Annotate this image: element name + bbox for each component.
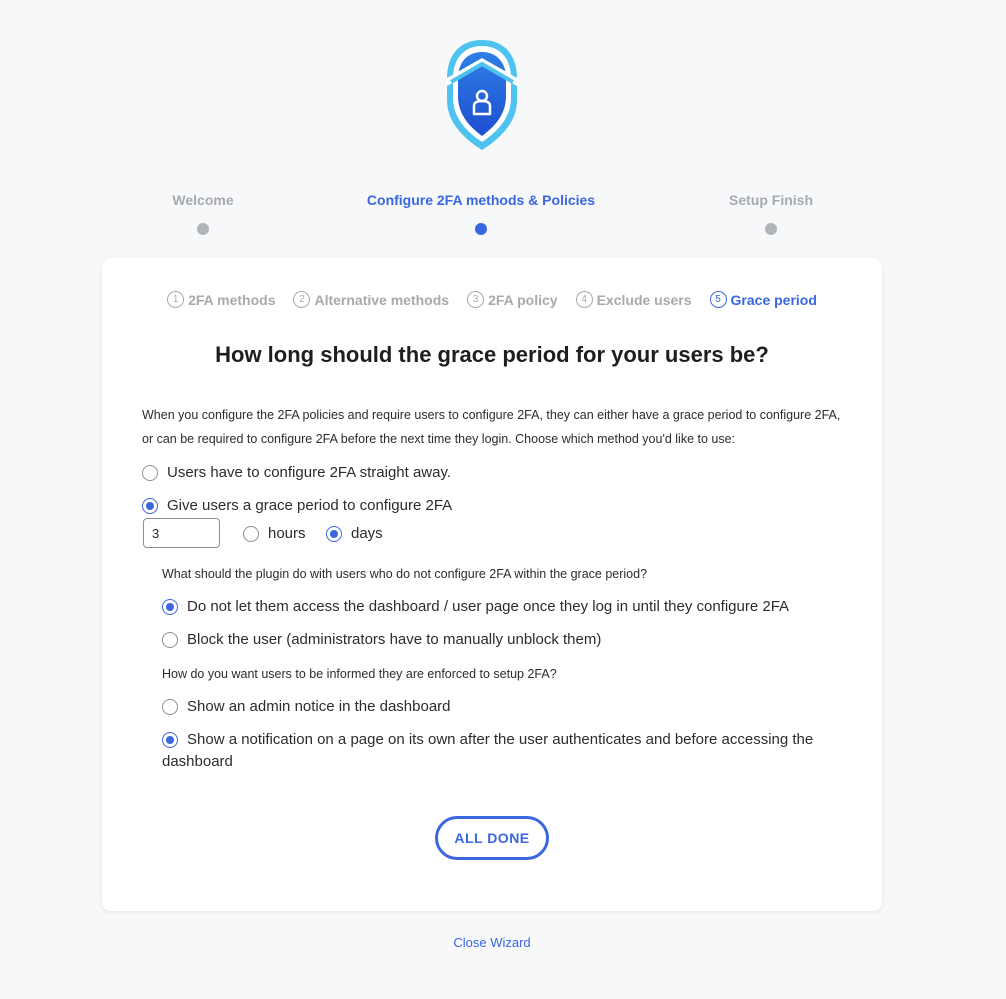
radio-label: Show a notification on a page on its own… [162, 731, 814, 770]
substep-label: Grace period [730, 291, 817, 308]
substep-number: 4 [575, 291, 593, 308]
radio-label: Users have to configure 2FA straight awa… [167, 464, 452, 481]
radio-label: hours [268, 525, 306, 542]
step-setup-finish: Setup Finish [712, 192, 830, 235]
radio-button[interactable] [162, 699, 178, 715]
radio-button[interactable] [326, 526, 342, 542]
description-text: When you configure the 2FA policies and … [142, 408, 841, 446]
close-wizard-link[interactable]: Close Wizard [0, 935, 984, 950]
radio-button[interactable] [142, 498, 158, 514]
radio-hours[interactable]: hours [243, 523, 306, 545]
radio-label: Block the user (administrators have to m… [187, 631, 602, 648]
radio-button[interactable] [142, 465, 158, 481]
radio-deny-dashboard[interactable]: Do not let them access the dashboard / u… [162, 596, 789, 618]
step-configure: Configure 2FA methods & Policies [366, 192, 596, 235]
substep-number: 1 [167, 291, 185, 308]
radio-label: Do not let them access the dashboard / u… [187, 598, 790, 615]
wizard-steps: Welcome Configure 2FA methods & Policies… [0, 192, 1006, 242]
radio-days[interactable]: days [326, 523, 383, 545]
step-dot [475, 223, 487, 235]
question-after-grace: What should the plugin do with users who… [162, 567, 648, 581]
substep-label: 2FA methods [188, 291, 276, 308]
substep-2fa-methods[interactable]: 1 2FA methods [167, 291, 275, 308]
question-notification: How do you want users to be informed the… [162, 667, 557, 681]
radio-label: Show an admin notice in the dashboard [187, 698, 451, 715]
step-label: Welcome [172, 192, 234, 208]
shield-lock-logo-icon [447, 40, 517, 150]
substep-label: 2FA policy [488, 291, 558, 308]
radio-label: Give users a grace period to configure 2… [167, 497, 453, 514]
wizard-card: 1 2FA methods 2 Alternative methods 3 2F… [102, 258, 882, 911]
radio-button[interactable] [243, 526, 259, 542]
all-done-button[interactable]: ALL DONE [435, 816, 549, 860]
step-dot [765, 223, 777, 235]
substep-number: 2 [293, 291, 311, 308]
radio-button[interactable] [162, 599, 178, 615]
radio-notification-page[interactable]: Show a notification on a page on its own… [162, 729, 832, 773]
radio-label: days [351, 525, 383, 542]
substep-grace-period[interactable]: 5 Grace period [709, 291, 817, 308]
substep-number: 5 [709, 291, 727, 308]
radio-grace-period[interactable]: Give users a grace period to configure 2… [142, 495, 452, 517]
radio-button[interactable] [162, 632, 178, 648]
substep-label: Alternative methods [314, 291, 450, 308]
step-welcome: Welcome [152, 192, 254, 235]
substep-2fa-policy[interactable]: 3 2FA policy [467, 291, 558, 308]
radio-block-user[interactable]: Block the user (administrators have to m… [162, 629, 601, 651]
step-dot [197, 223, 209, 235]
radio-straight-away[interactable]: Users have to configure 2FA straight awa… [142, 462, 451, 484]
substep-number: 3 [467, 291, 485, 308]
substep-label: Exclude users [596, 291, 692, 308]
grace-period-value-input[interactable] [143, 518, 220, 548]
page-title: How long should the grace period for you… [215, 342, 769, 367]
substeps-nav: 1 2FA methods 2 Alternative methods 3 2F… [102, 291, 882, 308]
step-label: Setup Finish [729, 192, 813, 208]
radio-button[interactable] [162, 732, 178, 748]
radio-admin-notice[interactable]: Show an admin notice in the dashboard [162, 696, 451, 718]
substep-alternative-methods[interactable]: 2 Alternative methods [293, 291, 449, 308]
step-label: Configure 2FA methods & Policies [366, 192, 596, 208]
substep-exclude-users[interactable]: 4 Exclude users [575, 291, 692, 308]
